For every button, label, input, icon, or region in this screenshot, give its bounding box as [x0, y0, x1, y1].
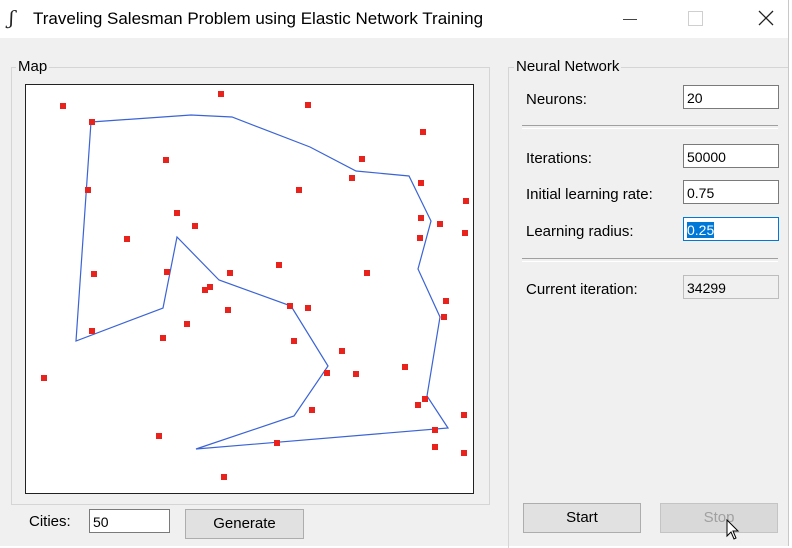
- city-point: [202, 287, 208, 293]
- city-point: [364, 270, 370, 276]
- cities-label: Cities:: [29, 513, 71, 530]
- city-point: [349, 175, 355, 181]
- city-point: [437, 221, 443, 227]
- map-drawing: [41, 91, 469, 480]
- city-point: [124, 236, 130, 242]
- city-point: [305, 305, 311, 311]
- learning-radius-value: 0.25: [687, 222, 715, 238]
- city-point: [417, 235, 423, 241]
- generate-button[interactable]: Generate: [185, 509, 304, 539]
- cities-input-value: 50: [93, 514, 109, 530]
- iterations-value: 50000: [687, 149, 726, 165]
- city-point: [227, 270, 233, 276]
- learning-radius-label: Learning radius:: [526, 223, 634, 240]
- learning-radius-input[interactable]: 0.25: [683, 217, 779, 241]
- iterations-label: Iterations:: [526, 150, 592, 167]
- network-groupbox: [508, 67, 788, 548]
- current-iteration-value: 34299: [687, 280, 726, 296]
- minimize-button[interactable]: [606, 0, 652, 36]
- city-point: [221, 474, 227, 480]
- city-point: [339, 348, 345, 354]
- app-window: ʃ Traveling Salesman Problem using Elast…: [0, 0, 789, 548]
- stop-button[interactable]: Stop: [660, 503, 778, 533]
- city-point: [192, 223, 198, 229]
- city-point: [174, 210, 180, 216]
- city-point: [287, 303, 293, 309]
- city-point: [402, 364, 408, 370]
- mouse-cursor-icon: [726, 519, 740, 540]
- city-point: [461, 450, 467, 456]
- current-iteration-label: Current iteration:: [526, 281, 638, 298]
- learning-rate-value: 0.75: [687, 185, 715, 201]
- separator: [522, 125, 778, 129]
- city-point: [164, 269, 170, 275]
- city-point: [359, 156, 365, 162]
- city-point: [60, 103, 66, 109]
- title-bar: ʃ Traveling Salesman Problem using Elast…: [0, 0, 788, 38]
- city-point: [41, 375, 47, 381]
- city-point: [218, 91, 224, 97]
- learning-rate-label: Initial learning rate:: [526, 186, 653, 203]
- city-point: [443, 298, 449, 304]
- city-point: [324, 370, 330, 376]
- city-point: [432, 444, 438, 450]
- iterations-input[interactable]: 50000: [683, 144, 779, 168]
- city-point: [91, 271, 97, 277]
- city-point: [291, 338, 297, 344]
- elastic-network-path: [75, 114, 450, 450]
- city-point: [225, 307, 231, 313]
- city-point: [461, 412, 467, 418]
- window-title: Traveling Salesman Problem using Elastic…: [33, 9, 484, 28]
- city-point: [353, 371, 359, 377]
- network-group-label: Neural Network: [514, 58, 622, 75]
- city-point: [160, 335, 166, 341]
- neurons-value: 20: [687, 90, 703, 106]
- city-point: [156, 433, 162, 439]
- separator: [522, 258, 778, 262]
- city-point: [463, 198, 469, 204]
- map-canvas[interactable]: [25, 84, 474, 494]
- current-iteration-field: 34299: [683, 275, 779, 299]
- cities-input[interactable]: 50: [89, 509, 170, 533]
- city-point: [89, 119, 95, 125]
- city-point: [415, 402, 421, 408]
- app-icon: ʃ: [9, 7, 15, 29]
- city-point: [432, 427, 438, 433]
- close-icon: [758, 10, 774, 26]
- city-point: [309, 407, 315, 413]
- city-point: [276, 262, 282, 268]
- city-point: [418, 215, 424, 221]
- city-point: [184, 321, 190, 327]
- city-point: [422, 396, 428, 402]
- city-point: [296, 187, 302, 193]
- city-point: [441, 314, 447, 320]
- city-point: [418, 180, 424, 186]
- map-group-label: Map: [16, 58, 50, 75]
- learning-rate-input[interactable]: 0.75: [683, 180, 779, 204]
- city-point: [89, 328, 95, 334]
- city-point: [462, 230, 468, 236]
- city-point: [163, 157, 169, 163]
- neurons-label: Neurons:: [526, 91, 587, 108]
- city-point: [274, 440, 280, 446]
- minimize-icon: [623, 19, 637, 20]
- start-button[interactable]: Start: [523, 503, 641, 533]
- city-point: [85, 187, 91, 193]
- neurons-input[interactable]: 20: [683, 85, 779, 109]
- city-point: [420, 129, 426, 135]
- maximize-icon: [688, 11, 703, 26]
- city-point: [305, 102, 311, 108]
